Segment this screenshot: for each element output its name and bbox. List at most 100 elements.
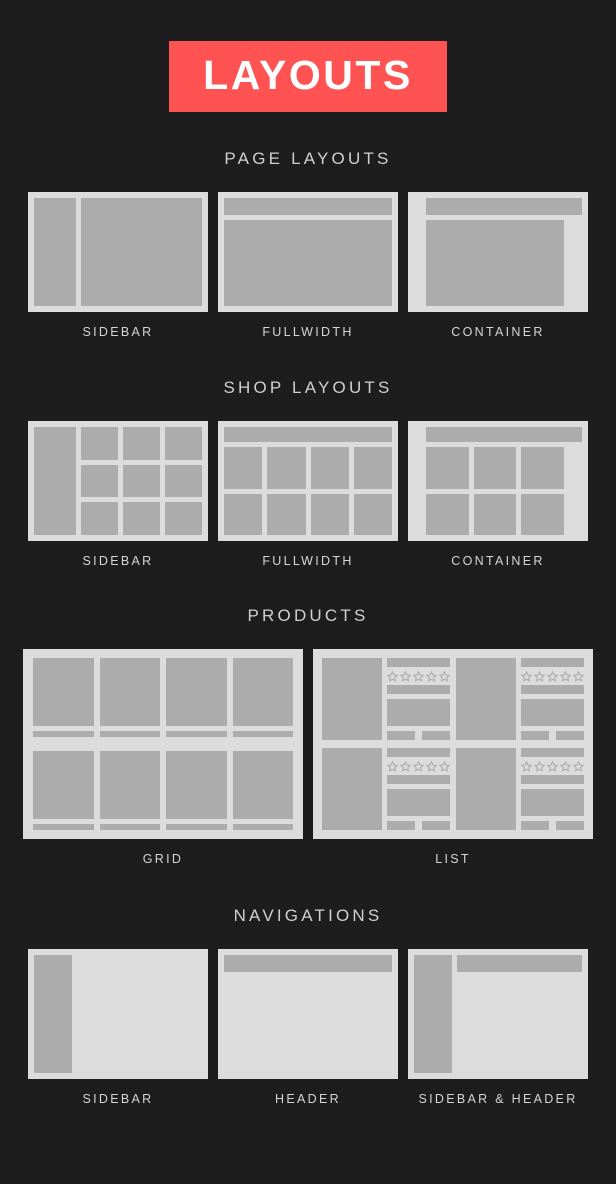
preview-product-tile	[81, 464, 118, 498]
thumbnail-nav-header[interactable]	[218, 949, 398, 1079]
star-outline-icon	[573, 761, 584, 772]
preview-product-tile	[224, 447, 263, 489]
preview-product-tile	[165, 464, 202, 498]
thumbnail-shop-fullwidth[interactable]	[218, 421, 398, 541]
layout-card-nav-sidebar[interactable]: SIDEBAR	[28, 949, 208, 1106]
preview-product-image	[166, 751, 227, 819]
layout-caption: SIDEBAR	[82, 325, 154, 339]
preview-product-grid	[33, 658, 293, 830]
layout-caption: SIDEBAR	[82, 1092, 154, 1106]
layout-caption: LIST	[435, 852, 471, 866]
preview-product-tile	[165, 502, 202, 535]
preview-sidebar-column	[34, 427, 76, 535]
title-banner: LAYOUTS	[169, 41, 447, 112]
preview-button	[521, 731, 549, 740]
layout-card-nav-sidebar-header[interactable]: SIDEBAR & HEADER	[408, 949, 588, 1106]
preview-product-card	[33, 751, 94, 830]
preview-product-image	[456, 658, 516, 740]
star-outline-icon	[439, 761, 450, 772]
preview-product-tile	[473, 493, 517, 535]
star-outline-icon	[560, 671, 571, 682]
star-outline-icon	[400, 761, 411, 772]
thumbnail-products-list[interactable]	[313, 649, 593, 839]
preview-product-tile	[267, 493, 306, 535]
layout-card-shop-container[interactable]: CONTAINER	[408, 421, 588, 568]
preview-product-tile	[473, 447, 517, 489]
page-layouts-row: SIDEBAR FULLWIDTH CONTAINER	[0, 192, 616, 339]
layout-card-shop-sidebar[interactable]: SIDEBAR	[28, 421, 208, 568]
layout-caption: HEADER	[275, 1092, 341, 1106]
preview-product-caption	[99, 731, 160, 737]
layout-card-products-list[interactable]: LIST	[313, 649, 593, 866]
layout-card-nav-header[interactable]: HEADER	[218, 949, 398, 1106]
thumbnail-shop-container[interactable]	[408, 421, 588, 541]
preview-product-image	[456, 748, 516, 830]
layout-caption: SIDEBAR & HEADER	[418, 1092, 578, 1106]
preview-product-image	[322, 748, 382, 830]
page-title-area: LAYOUTS	[0, 0, 616, 112]
preview-product-image	[99, 658, 160, 726]
preview-product-image	[99, 751, 160, 819]
section-heading-products: PRODUCTS	[247, 606, 369, 625]
star-outline-icon	[521, 671, 532, 682]
preview-list-item-body	[387, 748, 450, 830]
preview-product-list	[322, 658, 584, 830]
star-outline-icon	[387, 761, 398, 772]
preview-product-tile	[521, 493, 564, 535]
star-outline-icon	[534, 761, 545, 772]
star-outline-icon	[439, 671, 450, 682]
preview-product-image	[232, 751, 293, 819]
preview-header-bar	[224, 198, 392, 215]
preview-action-buttons	[521, 731, 584, 740]
preview-list-item-body	[521, 748, 584, 830]
preview-product-caption	[232, 731, 293, 737]
preview-button	[556, 821, 584, 830]
star-outline-icon	[400, 671, 411, 682]
layout-card-shop-fullwidth[interactable]: FULLWIDTH	[218, 421, 398, 568]
thumbnail-page-sidebar[interactable]	[28, 192, 208, 312]
preview-product-card	[99, 751, 160, 830]
thumbnail-nav-sidebar[interactable]	[28, 949, 208, 1079]
thumbnail-page-container[interactable]	[408, 192, 588, 312]
preview-product-tile	[81, 502, 118, 535]
preview-button	[422, 731, 450, 740]
layout-card-products-grid[interactable]: GRID	[23, 649, 303, 866]
preview-list-item	[322, 748, 450, 830]
preview-button	[387, 821, 415, 830]
preview-product-grid	[426, 447, 564, 535]
preview-product-subtitle	[387, 775, 450, 784]
thumbnail-products-grid[interactable]	[23, 649, 303, 839]
star-outline-icon	[547, 671, 558, 682]
section-heading-navigations: NAVIGATIONS	[233, 906, 383, 925]
preview-product-subtitle	[387, 685, 450, 694]
layout-caption: SIDEBAR	[82, 554, 154, 568]
thumbnail-nav-sidebar-header[interactable]	[408, 949, 588, 1079]
preview-product-tile	[426, 447, 469, 489]
preview-sidebar-nav	[34, 955, 72, 1073]
thumbnail-shop-sidebar[interactable]	[28, 421, 208, 541]
preview-product-card	[232, 658, 293, 737]
layout-card-page-fullwidth[interactable]: FULLWIDTH	[218, 192, 398, 339]
preview-product-grid	[81, 427, 202, 535]
preview-action-buttons	[387, 821, 450, 830]
preview-list-item	[456, 658, 584, 740]
preview-product-tile	[165, 427, 202, 460]
preview-product-card	[166, 751, 227, 830]
preview-product-tile	[224, 493, 263, 535]
page-title: LAYOUTS	[203, 52, 413, 98]
layout-card-page-container[interactable]: CONTAINER	[408, 192, 588, 339]
star-outline-icon	[413, 761, 424, 772]
preview-product-tile	[123, 427, 160, 460]
section-heading-shop-layouts: SHOP LAYOUTS	[223, 378, 393, 397]
preview-product-subtitle	[521, 685, 584, 694]
thumbnail-page-fullwidth[interactable]	[218, 192, 398, 312]
layout-card-page-sidebar[interactable]: SIDEBAR	[28, 192, 208, 339]
layout-caption: CONTAINER	[451, 325, 545, 339]
preview-list-item	[322, 658, 450, 740]
preview-product-caption	[99, 824, 160, 830]
layouts-showcase-page: LAYOUTS PAGE LAYOUTS SIDEBAR FULLWIDTH C…	[0, 0, 616, 1184]
preview-product-image	[232, 658, 293, 726]
preview-product-tile	[81, 427, 118, 460]
preview-button	[387, 731, 415, 740]
preview-product-image	[166, 658, 227, 726]
